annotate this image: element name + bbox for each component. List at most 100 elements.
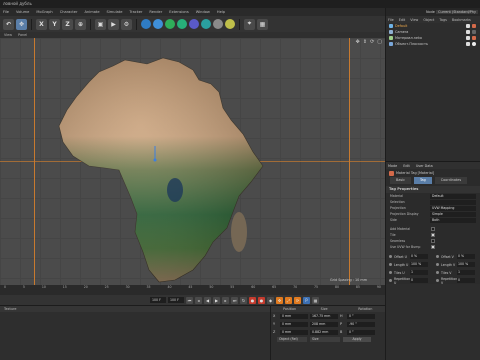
menu-simulate[interactable]: Simulate [107,10,123,14]
position-y-field[interactable]: 0 mm [280,321,308,327]
undo-icon[interactable]: ↶ [3,18,14,30]
menu-tracker[interactable]: Tracker [129,10,142,14]
tab-basic[interactable]: Basic [390,177,411,184]
camera-icon[interactable] [213,19,223,29]
move-tool-icon[interactable]: ✥ [16,18,27,30]
menu-character[interactable]: Character [60,10,78,14]
key-param-icon[interactable]: P [303,296,310,304]
floor-icon[interactable] [201,19,211,29]
seamless-checkbox[interactable] [431,239,435,243]
menu-volume[interactable]: Volume [16,10,29,14]
menu-extensions[interactable]: Extensions [169,10,189,14]
side-dropdown[interactable]: Both [430,217,476,223]
menu-animate[interactable]: Animate [84,10,99,14]
keyframe-dot-icon[interactable] [389,255,392,258]
y-axis-button[interactable]: Y [49,18,60,30]
loop-icon[interactable]: ↻ [240,296,247,304]
key-pla-icon[interactable]: ▦ [312,296,319,304]
keyframe-dot-icon[interactable] [389,271,392,274]
move-view-icon[interactable]: ✥ [356,39,360,45]
om-menu-edit[interactable]: Edit [399,18,406,22]
coord-mode-dropdown[interactable]: Object (Rel) [277,337,307,342]
preview-end-field[interactable]: 100 F [168,297,184,303]
length-u-field[interactable]: 100 % [410,262,428,267]
repetitions-u-field[interactable]: 0 [410,278,428,283]
add-material-checkbox[interactable] [431,227,435,231]
keyframe-dot-icon[interactable] [389,279,392,282]
spline-pen-icon[interactable] [153,19,163,29]
om-menu-file[interactable]: File [388,18,394,22]
menu-render[interactable]: Render [149,10,162,14]
apply-button[interactable]: Apply [343,337,371,342]
key-rotation-icon[interactable]: ⟳ [294,296,301,304]
rotation-b-field[interactable]: 0 ° [347,329,375,335]
snap-icon[interactable]: ⌖ [244,18,255,30]
autokey-icon[interactable]: ● [258,296,265,304]
keyframe-dot-icon[interactable] [389,263,392,266]
visibility-dots-icon[interactable] [466,30,470,34]
tab-tag[interactable]: Tag [413,177,432,184]
object-row-plane[interactable]: Объект.Плоскость [386,41,480,47]
attr-menu-mode[interactable]: Mode [388,164,397,168]
cube-icon[interactable] [141,19,151,29]
material-field[interactable]: Default [430,193,476,199]
x-axis-button[interactable]: X [36,18,47,30]
z-axis-button[interactable]: Z [62,18,73,30]
play-icon[interactable]: ▶ [213,296,220,304]
camera-tag-icon[interactable] [472,30,476,34]
go-to-start-icon[interactable]: ⏮ [186,296,193,304]
rotation-h-field[interactable]: 0 ° [347,313,375,319]
play-backward-icon[interactable]: ◀ [204,296,211,304]
keyframe-dot-icon[interactable] [436,263,439,266]
keyframe-selection-icon[interactable]: ◆ [267,296,274,304]
layout-selector[interactable]: Current (Standard/Phy [436,10,478,14]
attr-menu-user-data[interactable]: User Data [416,164,433,168]
size-x-field[interactable]: 167.75 mm [310,313,338,319]
repetitions-v-field[interactable]: 0 [457,278,475,283]
visibility-dots-icon[interactable] [466,42,470,46]
projection-display-dropdown[interactable]: Simple [430,211,476,217]
size-z-field[interactable]: 0.882 mm [310,329,338,335]
rotate-view-icon[interactable]: ⟳ [370,39,374,45]
keyframe-dot-icon[interactable] [436,271,439,274]
position-x-field[interactable]: 0 mm [280,313,308,319]
record-icon[interactable]: ● [249,296,256,304]
texture-tag-icon[interactable] [472,42,476,46]
selection-field[interactable] [430,199,476,205]
prev-key-icon[interactable]: ◂ [195,296,202,304]
3d-viewport[interactable]: ✥ ⇕ ⟳ ▢ Grid Spacing : 10 mm [0,38,385,285]
offset-u-field[interactable]: 0 % [410,254,428,259]
coordinate-system-icon[interactable]: ⊕ [75,18,86,30]
keyframe-dot-icon[interactable] [436,279,439,282]
om-menu-tags[interactable]: Tags [439,18,447,22]
tab-coordinates[interactable]: Coordinates [434,177,468,184]
africa-textured-mesh[interactable] [55,56,267,284]
key-scale-icon[interactable]: ⤢ [285,296,292,304]
visibility-dots-icon[interactable] [466,24,470,28]
material-tag-icon[interactable] [472,36,476,40]
offset-v-field[interactable]: 0 % [457,254,475,259]
render-region-icon[interactable]: ▣ [95,18,106,30]
visibility-dots-icon[interactable] [466,36,470,40]
timeline-ruler[interactable]: 0 5 10 15 20 25 30 35 40 45 50 55 60 65 … [0,285,385,295]
menu-window[interactable]: Window [196,10,210,14]
om-menu-bookmarks[interactable]: Bookmarks [452,18,471,22]
key-position-icon[interactable]: ✥ [276,296,283,304]
tiles-u-field[interactable]: 1 [410,270,428,275]
keyframe-dot-icon[interactable] [436,255,439,258]
position-z-field[interactable]: 0 mm [280,329,308,335]
size-y-field[interactable]: 208 mm [310,321,338,327]
cloner-icon[interactable] [177,19,187,29]
tiles-v-field[interactable]: 1 [457,270,475,275]
menu-help[interactable]: Help [217,10,225,14]
size-mode-dropdown[interactable]: Size [310,337,340,342]
render-settings-icon[interactable]: ⚙ [121,18,132,30]
render-view-icon[interactable]: ▶ [108,18,119,30]
menu-mograph[interactable]: MoGraph [36,10,52,14]
menu-file[interactable]: File [3,10,9,14]
uvw-bump-checkbox[interactable] [431,245,435,249]
light-icon[interactable] [225,19,235,29]
deformer-icon[interactable] [189,19,199,29]
zoom-view-icon[interactable]: ⇕ [363,39,367,45]
length-v-field[interactable]: 100 % [457,262,475,267]
